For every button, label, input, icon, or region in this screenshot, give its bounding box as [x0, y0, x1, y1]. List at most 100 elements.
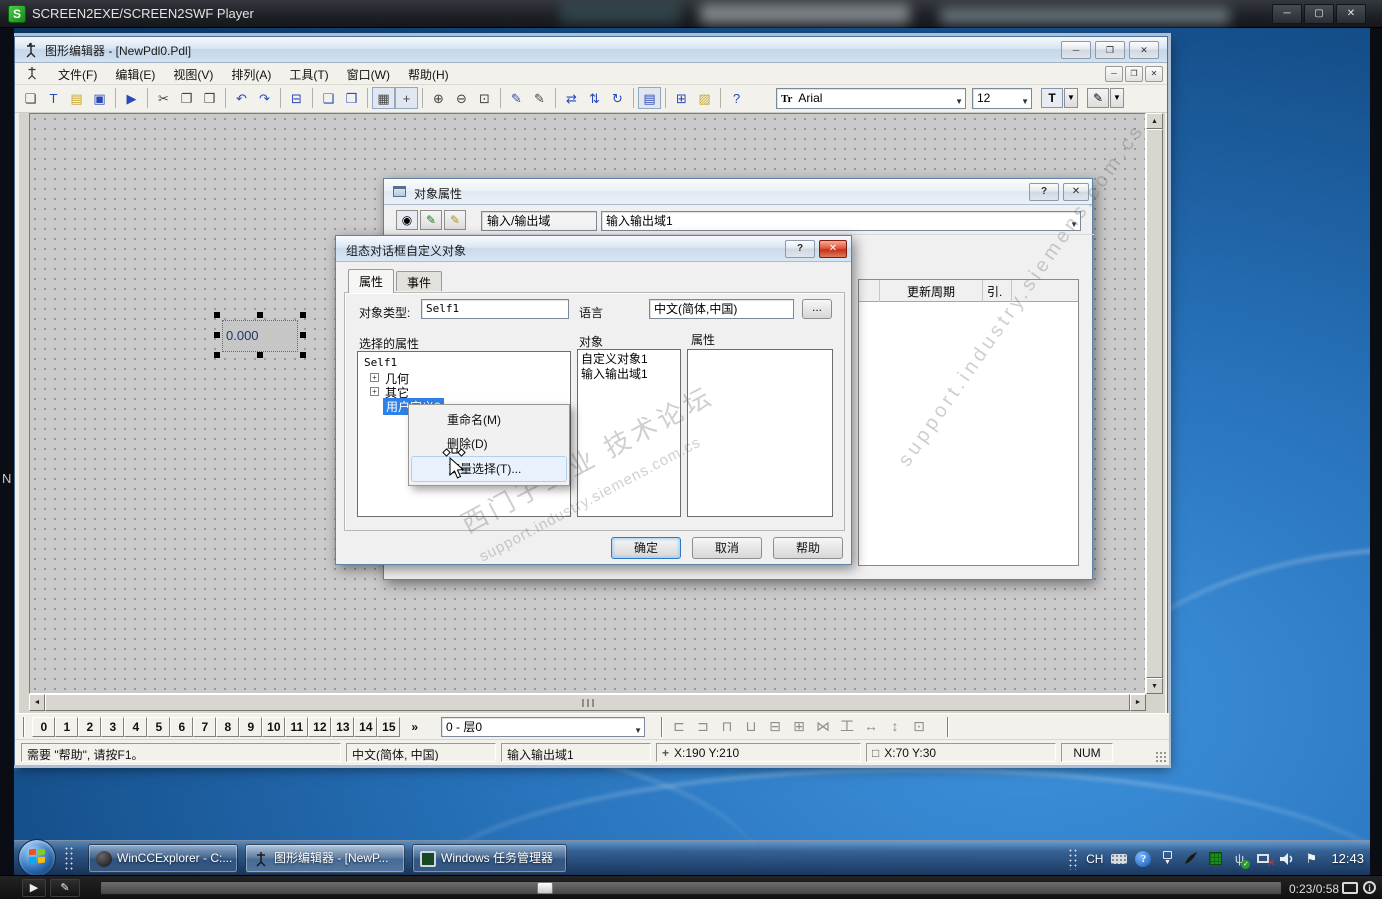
layer-combo[interactable]: 0 - 层0 ▼ [441, 717, 645, 737]
line-style-icon[interactable]: ✎ [505, 87, 528, 109]
play-button[interactable]: ▶ [22, 879, 46, 897]
info-icon[interactable]: i [1363, 881, 1376, 894]
resize-handle[interactable] [300, 332, 306, 338]
taskbar-button-winccexplorer[interactable]: WinCCExplorer - C:... [88, 844, 238, 873]
new-icon[interactable]: ❏ [19, 87, 42, 109]
layer-button-8[interactable]: 8 [216, 717, 240, 737]
horizontal-scroll-thumb[interactable] [45, 694, 1130, 711]
show-hidden-icons[interactable]: ▼ [1159, 851, 1175, 867]
center-horizontal-icon[interactable]: ⊟ [763, 717, 787, 737]
layer-button-4[interactable]: 4 [124, 717, 148, 737]
object-list-item-1[interactable]: 输入输出域1 [578, 367, 680, 382]
save-icon[interactable]: ▣ [88, 87, 111, 109]
context-menu-delete[interactable]: 删除(D) [411, 432, 567, 456]
open-icon[interactable]: ▤ [65, 87, 88, 109]
object-type-value-field[interactable]: Self1 [421, 299, 569, 319]
tag-wizard-icon[interactable]: ✎ [420, 210, 442, 230]
volume-icon[interactable] [1279, 851, 1295, 867]
close-button[interactable]: ✕ [819, 240, 847, 258]
chevron-down-icon[interactable]: ▼ [1070, 215, 1078, 234]
objects-list[interactable]: 自定义对象1 输入输出域1 [577, 349, 681, 517]
usb-safely-remove-icon[interactable]: ψ ✓ [1231, 851, 1251, 869]
library-icon[interactable]: ⊞ [670, 87, 693, 109]
keyboard-icon[interactable] [1111, 851, 1128, 867]
paste-icon[interactable]: ❒ [198, 87, 221, 109]
taskbar-grip[interactable] [64, 846, 74, 871]
expand-icon[interactable]: + [370, 387, 379, 396]
layer-button-2[interactable]: 2 [78, 717, 102, 737]
help-button[interactable]: ? [1029, 183, 1059, 201]
layer-button-3[interactable]: 3 [101, 717, 125, 737]
zoom-in-icon[interactable]: ⊕ [427, 87, 450, 109]
scroll-up-icon[interactable]: ▲ [1146, 113, 1163, 129]
object-name-combo[interactable]: 输入输出域1 ▼ [601, 211, 1081, 231]
scroll-left-icon[interactable]: ◄ [29, 694, 45, 711]
mirror-horizontal-icon[interactable]: ⇅ [583, 87, 606, 109]
layer-button-1[interactable]: 1 [55, 717, 79, 737]
resize-handle[interactable] [257, 312, 263, 318]
fill-style-icon[interactable]: ✎ [528, 87, 551, 109]
resize-handle[interactable] [300, 312, 306, 318]
tab-properties[interactable]: 属性 [348, 269, 395, 293]
start-button[interactable] [18, 839, 56, 875]
resize-handle[interactable] [214, 312, 220, 318]
context-menu-rename[interactable]: 重命名(M) [411, 408, 567, 432]
undo-icon[interactable]: ↶ [230, 87, 253, 109]
layer-button-10[interactable]: 10 [262, 717, 286, 737]
align-top-icon[interactable]: ⊓ [715, 717, 739, 737]
close-button[interactable]: ✕ [1063, 183, 1089, 201]
align-left-icon[interactable]: ⊏ [667, 717, 691, 737]
zoom-out-icon[interactable]: ⊖ [450, 87, 473, 109]
menu-item-0[interactable]: 文件(F) [49, 63, 106, 86]
help-button[interactable]: 帮助 [773, 537, 843, 559]
redo-icon[interactable]: ↷ [253, 87, 276, 109]
help-tray-icon[interactable]: ? [1135, 850, 1152, 867]
attributes-table[interactable]: 更新周期 引. [858, 279, 1079, 566]
pin-icon[interactable]: ◉ [396, 210, 418, 230]
chevron-down-icon[interactable]: ▼ [955, 92, 963, 111]
font-family-combo[interactable]: Tr Arial ▼ [776, 88, 966, 109]
horizontal-scrollbar[interactable]: ◄ ► [29, 694, 1146, 711]
print-icon[interactable]: ⊟ [285, 87, 308, 109]
mdi-restore-button[interactable]: ❐ [1125, 66, 1143, 82]
vertical-scroll-thumb[interactable] [1146, 129, 1163, 678]
font-color-dropdown[interactable]: ▼ [1064, 88, 1078, 108]
player-maximize-button[interactable]: ▢ [1304, 4, 1334, 24]
resize-handle[interactable] [300, 352, 306, 358]
taskbar-button-task-manager[interactable]: Windows 任务管理器 [412, 844, 567, 873]
layer-button-12[interactable]: 12 [308, 717, 332, 737]
resize-handle[interactable] [214, 332, 220, 338]
editor-restore-button[interactable]: ❐ [1095, 41, 1125, 59]
mirror-vertical-icon[interactable]: ⇄ [560, 87, 583, 109]
annotate-pen-button[interactable]: ✎ [50, 879, 80, 897]
layer-button-15[interactable]: 15 [377, 717, 401, 737]
cut-icon[interactable]: ✂ [152, 87, 175, 109]
copy-icon[interactable]: ❐ [175, 87, 198, 109]
input-language-indicator[interactable]: CH [1086, 852, 1103, 866]
pen-color-button[interactable]: ✎ [1087, 88, 1109, 108]
mdi-close-button[interactable]: ✕ [1145, 66, 1163, 82]
font-color-button[interactable]: T [1041, 88, 1063, 108]
align-right-icon[interactable]: ⊐ [691, 717, 715, 737]
io-field-object[interactable]: 0.000 [222, 320, 298, 352]
network-status-icon[interactable]: ✕ [1255, 851, 1275, 869]
editor-close-button[interactable]: ✕ [1129, 41, 1159, 59]
direct-help-icon[interactable]: ? [725, 87, 748, 109]
resize-grip[interactable] [1155, 751, 1167, 763]
same-width-icon[interactable]: ↔ [859, 717, 883, 737]
snap-toggle-icon[interactable]: + [395, 87, 418, 109]
layer-button-9[interactable]: 9 [239, 717, 263, 737]
playback-progress-thumb[interactable] [537, 882, 553, 894]
language-value-field[interactable]: 中文(简体,中国) [649, 299, 794, 319]
layer-button-5[interactable]: 5 [147, 717, 171, 737]
layer-button-7[interactable]: 7 [193, 717, 217, 737]
menu-item-4[interactable]: 工具(T) [280, 63, 337, 86]
playback-progress-track[interactable] [100, 881, 1282, 895]
resize-handle[interactable] [214, 352, 220, 358]
menu-item-5[interactable]: 窗口(W) [338, 63, 399, 86]
ok-button[interactable]: 确定 [611, 537, 681, 559]
help-button[interactable]: ? [785, 240, 815, 258]
bring-to-front-icon[interactable]: ❑ [317, 87, 340, 109]
editor-minimize-button[interactable]: ─ [1061, 41, 1091, 59]
selected-object-box[interactable]: 0.000 [214, 312, 306, 358]
